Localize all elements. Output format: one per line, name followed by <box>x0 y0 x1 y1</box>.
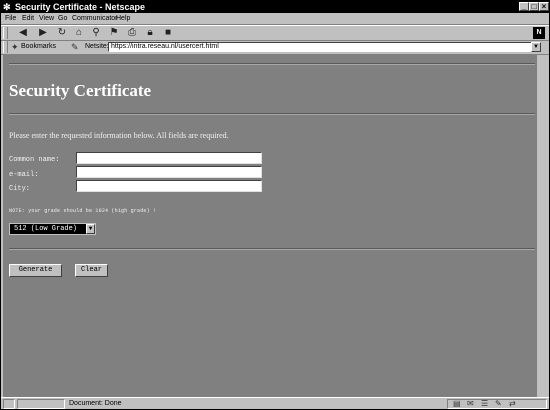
netscape-logo-icon: N <box>533 27 545 39</box>
generate-button[interactable]: Generate <box>9 264 62 277</box>
forward-icon[interactable]: ▶ <box>37 27 49 39</box>
status-bar: Document: Done ▤ ✉ ☰ ✎ ⇄ <box>1 397 549 410</box>
divider <box>9 248 535 250</box>
city-label: City: <box>9 185 31 193</box>
url-field[interactable]: https://intra.reseau.nl/usercert.html <box>108 42 538 52</box>
grade-note: NOTE: your grade should be 1024 (high gr… <box>9 208 157 214</box>
email-label: e-mail: <box>9 171 39 179</box>
city-field[interactable] <box>76 180 262 192</box>
search-icon[interactable]: ⚲ <box>90 27 102 39</box>
chevron-down-icon[interactable]: ▼ <box>86 224 95 234</box>
divider <box>9 63 535 65</box>
toolbar-grip[interactable] <box>3 27 8 39</box>
mail-icon[interactable]: ✉ <box>467 398 474 410</box>
common-name-label: Common name: <box>9 156 60 164</box>
guide-icon[interactable]: ⚑ <box>108 27 120 39</box>
reload-icon[interactable]: ↻ <box>56 27 68 39</box>
discussions-icon[interactable]: ☰ <box>481 398 488 410</box>
page-content: Security Certificate Please enter the re… <box>3 55 536 397</box>
menu-view[interactable]: View <box>39 13 54 24</box>
menu-communicator[interactable]: Communicator <box>72 13 118 24</box>
intro-text: Please enter the requested information b… <box>9 131 229 140</box>
divider <box>9 113 535 115</box>
back-icon[interactable]: ◀ <box>17 27 29 39</box>
grade-select-value: 512 (Low Grade) <box>14 225 78 233</box>
menu-edit[interactable]: Edit <box>22 13 34 24</box>
vertical-scrollbar[interactable] <box>536 55 548 397</box>
print-icon[interactable]: ⎙ <box>126 27 138 39</box>
home-icon[interactable]: ⌂ <box>73 27 85 39</box>
page-title: Security Certificate <box>9 81 152 100</box>
minimize-button[interactable]: _ <box>519 2 529 11</box>
navigation-toolbar: ◀ ▶ ↻ ⌂ ⚲ ⚑ ⎙ 🔒︎ ■ N <box>1 25 549 41</box>
menu-bar: File Edit View Go Communicator Help <box>1 13 549 25</box>
security-icon[interactable]: 🔒︎ <box>144 27 156 39</box>
menu-file[interactable]: File <box>5 13 16 24</box>
status-text: Document: Done <box>69 400 122 407</box>
maximize-button[interactable]: □ <box>529 2 539 11</box>
browser-window: ✻ Security Certificate - Netscape _ □ × … <box>0 0 550 410</box>
common-name-field[interactable] <box>76 152 262 164</box>
email-field[interactable] <box>76 166 262 178</box>
composer-icon[interactable]: ✎ <box>495 398 502 410</box>
grade-select[interactable]: 512 (Low Grade) ▼ <box>9 223 96 235</box>
progress-box <box>17 399 65 409</box>
connection-icon: ⇄ <box>509 399 516 408</box>
navigator-icon[interactable]: ▤ <box>453 398 461 410</box>
location-toolbar: ✦ Bookmarks ✎ Netsite: https://intra.res… <box>1 40 549 55</box>
stop-icon[interactable]: ■ <box>162 27 174 39</box>
netscape-n-icon: ✻ <box>3 2 11 12</box>
menu-go[interactable]: Go <box>58 13 67 24</box>
title-bar: ✻ Security Certificate - Netscape _ □ × <box>1 1 549 13</box>
url-dropdown-icon[interactable]: ▼ <box>531 42 541 52</box>
clear-button[interactable]: Clear <box>75 264 108 277</box>
netsite-label: Netsite: <box>85 43 109 50</box>
page-proxy-icon[interactable]: ✎ <box>71 40 79 54</box>
menu-help[interactable]: Help <box>116 13 130 24</box>
security-status-icon[interactable] <box>3 399 15 409</box>
bookmarks-button[interactable]: Bookmarks <box>21 40 56 54</box>
close-button[interactable]: × <box>539 2 549 11</box>
window-title: Security Certificate - Netscape <box>15 2 146 12</box>
bookmarks-icon: ✦ <box>11 42 19 52</box>
location-grip[interactable] <box>3 41 8 53</box>
